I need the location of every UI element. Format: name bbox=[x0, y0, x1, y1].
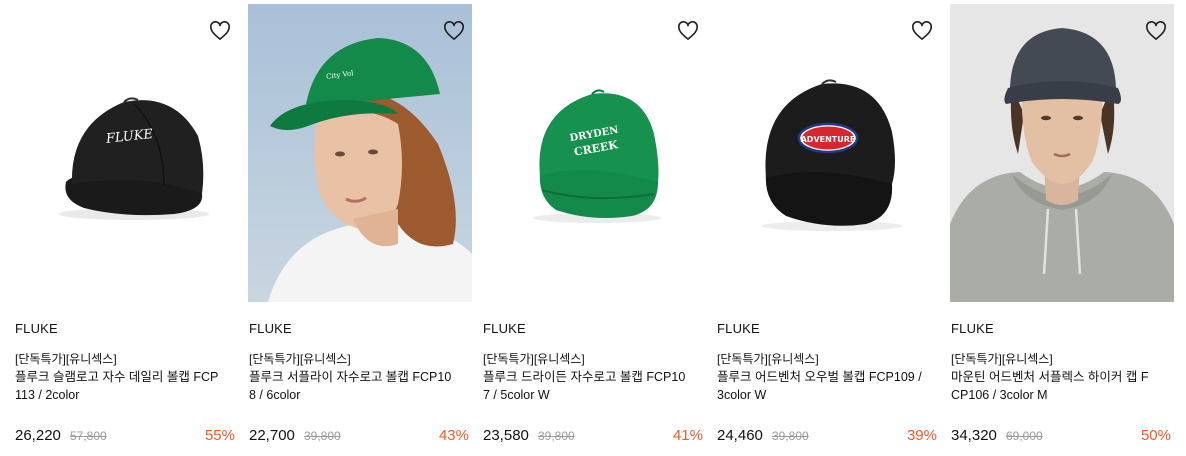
product-brand[interactable]: FLUKE bbox=[15, 321, 58, 336]
product-card[interactable]: FLUKE FLUKE [단독특가][유니섹스] 플루크 슬램로고 자수 데일리… bbox=[11, 0, 239, 456]
product-price: 34,320 bbox=[951, 427, 997, 444]
product-tag[interactable]: [단독특가][유니섹스] bbox=[483, 350, 585, 367]
product-image-model-green-cap[interactable]: City Vol bbox=[248, 4, 472, 302]
product-price: 22,700 bbox=[249, 427, 295, 444]
product-price: 26,220 bbox=[15, 427, 61, 444]
product-brand[interactable]: FLUKE bbox=[249, 321, 292, 336]
product-discount: 55% bbox=[204, 427, 235, 444]
product-card[interactable]: City Vol FLUKE [단독특가][유니섹스] 플루크 서플라이 자수로… bbox=[245, 0, 473, 456]
product-discount: 41% bbox=[672, 427, 703, 444]
product-tag[interactable]: [단독특가][유니섹스] bbox=[15, 350, 117, 367]
product-tag[interactable]: [단독특가][유니섹스] bbox=[951, 350, 1053, 367]
product-title-line2: 3color W bbox=[717, 388, 767, 402]
product-brand[interactable]: FLUKE bbox=[483, 321, 526, 336]
product-original-price: 39,800 bbox=[304, 429, 341, 443]
product-title[interactable]: 마운틴 어드벤처 서플렉스 하이커 캡 F CP106 / 3color M bbox=[951, 368, 1163, 404]
product-original-price: 39,800 bbox=[538, 429, 575, 443]
product-price: 23,580 bbox=[483, 427, 529, 444]
product-brand[interactable]: FLUKE bbox=[717, 321, 760, 336]
wishlist-heart-icon[interactable] bbox=[675, 18, 701, 44]
product-image-black-cap[interactable]: FLUKE bbox=[14, 4, 238, 302]
product-title-line1: 마운틴 어드벤처 서플렉스 하이커 캡 F bbox=[951, 370, 1149, 384]
product-title[interactable]: 플루크 슬램로고 자수 데일리 볼캡 FCP 113 / 2color bbox=[15, 368, 227, 404]
product-title-line1: 플루크 슬램로고 자수 데일리 볼캡 FCP bbox=[15, 370, 219, 384]
product-discount: 39% bbox=[906, 427, 937, 444]
product-title[interactable]: 플루크 어드벤처 오우벌 볼캡 FCP109 / 3color W bbox=[717, 368, 929, 404]
product-card[interactable]: ADVENTURE FLUKE [단독특가][유니섹스] 플루크 어드벤처 오우… bbox=[713, 0, 941, 456]
product-tag[interactable]: [단독특가][유니섹스] bbox=[717, 350, 819, 367]
product-title-line1: 플루크 어드벤처 오우벌 볼캡 FCP109 / bbox=[717, 370, 922, 384]
product-original-price: 57,800 bbox=[70, 429, 107, 443]
product-grid: FLUKE FLUKE [단독특가][유니섹스] 플루크 슬램로고 자수 데일리… bbox=[0, 0, 1186, 456]
product-image-green-cap[interactable]: DRYDEN CREEK bbox=[482, 4, 706, 302]
product-brand[interactable]: FLUKE bbox=[951, 321, 994, 336]
product-tag[interactable]: [단독특가][유니섹스] bbox=[249, 350, 351, 367]
cap-badge-text: ADVENTURE bbox=[801, 135, 856, 144]
product-title-line1: 플루크 서플라이 자수로고 볼캡 FCP10 bbox=[249, 370, 452, 384]
product-title-line1: 플루크 드라이든 자수로고 볼캡 FCP10 bbox=[483, 370, 686, 384]
wishlist-heart-icon[interactable] bbox=[909, 18, 935, 44]
wishlist-heart-icon[interactable] bbox=[1143, 18, 1169, 44]
product-card[interactable]: FLUKE [단독특가][유니섹스] 마운틴 어드벤처 서플렉스 하이커 캡 F… bbox=[947, 0, 1175, 456]
product-discount: 43% bbox=[438, 427, 469, 444]
product-original-price: 69,000 bbox=[1006, 429, 1043, 443]
product-card[interactable]: DRYDEN CREEK FLUKE [단독특가][유니섹스] 플루크 드라이든… bbox=[479, 0, 707, 456]
product-title-line2: 113 / 2color bbox=[15, 388, 80, 402]
product-title-line2: 7 / 5color W bbox=[483, 388, 550, 402]
wishlist-heart-icon[interactable] bbox=[441, 18, 467, 44]
wishlist-heart-icon[interactable] bbox=[207, 18, 233, 44]
product-image-black-adventure-cap[interactable]: ADVENTURE bbox=[716, 4, 940, 302]
product-title-line2: CP106 / 3color M bbox=[951, 388, 1048, 402]
product-image-model-hiker-cap[interactable] bbox=[950, 4, 1174, 302]
product-price: 24,460 bbox=[717, 427, 763, 444]
product-title[interactable]: 플루크 드라이든 자수로고 볼캡 FCP10 7 / 5color W bbox=[483, 368, 695, 404]
product-title[interactable]: 플루크 서플라이 자수로고 볼캡 FCP10 8 / 6color bbox=[249, 368, 461, 404]
product-original-price: 39,800 bbox=[772, 429, 809, 443]
product-title-line2: 8 / 6color bbox=[249, 388, 301, 402]
product-discount: 50% bbox=[1140, 427, 1171, 444]
